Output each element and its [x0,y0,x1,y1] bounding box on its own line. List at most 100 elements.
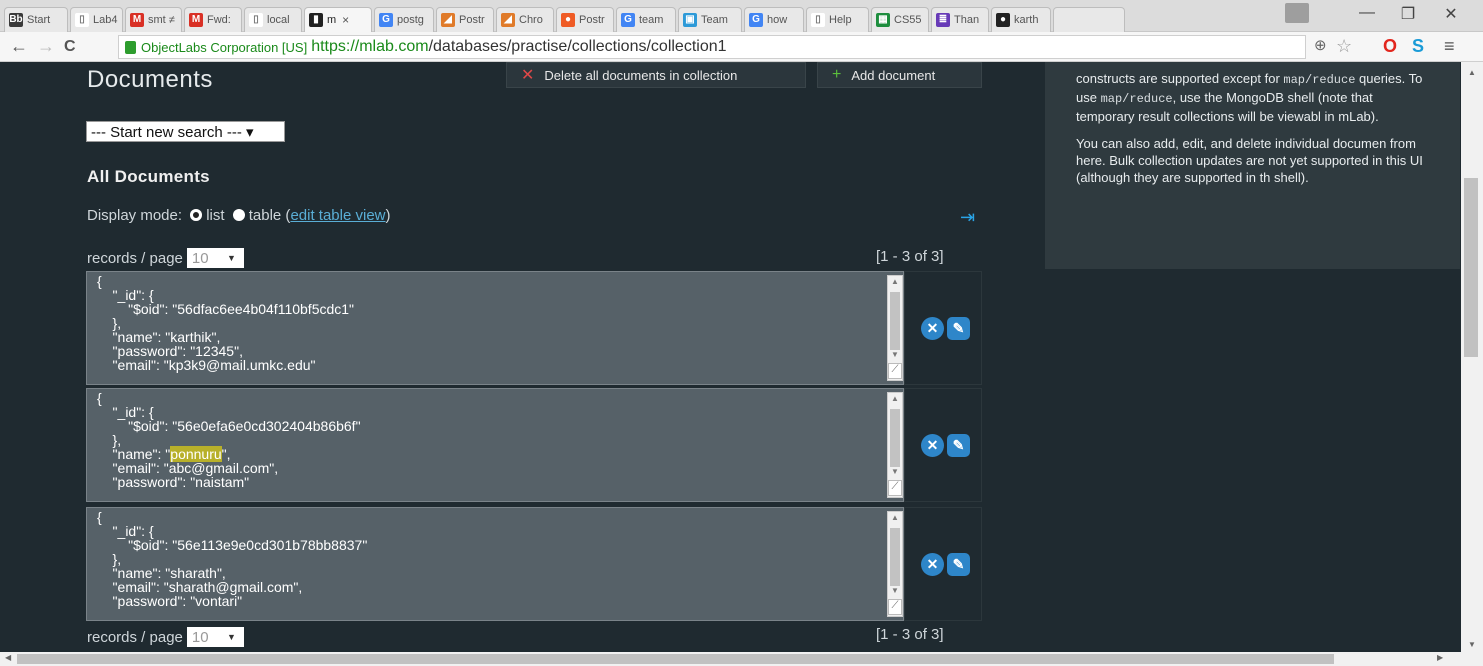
delete-all-documents-button[interactable]: ✕ Delete all documents in collection [506,62,806,88]
back-arrow-icon[interactable]: ← [10,36,28,57]
json-line: "$oid": "56e113e9e0cd301b78bb8837" [97,537,368,553]
search-select[interactable]: --- Start new search --- ▾ [86,121,285,142]
scroll-up-icon[interactable]: ▲ [891,513,899,522]
scroll-down-icon[interactable]: ▼ [891,467,899,476]
browser-tab[interactable]: ▯ Help [806,7,869,32]
scroll-thumb[interactable] [890,528,900,586]
add-document-label: Add document [851,67,936,83]
scroll-thumb[interactable] [890,409,900,467]
horizontal-scrollbar[interactable]: ◀ ▶ [0,652,1483,666]
delete-document-button[interactable]: ✕ [921,553,944,576]
records-per-page-label: records / page [87,628,183,646]
browser-tab[interactable]: M Fwd: [184,7,242,32]
browser-tab-label: how [767,14,788,26]
record-actions: ✕ ✎ [904,388,982,502]
browser-tab-label: Than [954,14,980,26]
sheets-icon: ▦ [876,13,890,27]
document-json-editor[interactable]: { "_id": { "$oid": "56e113e9e0cd301b78bb… [86,507,904,621]
skype-extension-icon[interactable]: S [1412,36,1424,57]
mlab-icon: ▮ [309,13,323,27]
delete-icon: ✕ [521,67,535,84]
browser-tab-label: smt ≠ [148,14,175,26]
edit-document-button[interactable]: ✎ [947,317,970,340]
list-radio[interactable] [190,209,203,221]
help-text: constructs are supported except for [1076,71,1284,86]
help-code: map/reduce [1100,92,1173,106]
close-tab-icon[interactable]: × [342,13,349,27]
browser-tab[interactable]: ● Postr [556,7,614,32]
document-record: { "_id": { "$oid": "56dfac6ee4b04f110bf5… [86,271,982,387]
edit-table-view-link[interactable]: edit table view [290,207,385,224]
reload-icon[interactable]: C [64,38,76,56]
browser-tab[interactable]: ● karth [991,7,1051,32]
profile-icon[interactable] [1285,3,1309,23]
menu-icon[interactable]: ≡ [1444,36,1455,57]
scroll-up-icon[interactable]: ▲ [891,394,899,403]
mlab-page: Documents ✕ Delete all documents in coll… [0,62,1483,652]
browser-tab[interactable]: ≣ Than [931,7,989,32]
browser-tab[interactable]: ◢ Postr [436,7,494,32]
close-window-button[interactable]: ✕ [1441,4,1461,24]
record-actions: ✕ ✎ [904,271,982,385]
restore-button[interactable]: ❐ [1398,4,1418,24]
browser-tab[interactable]: Ghow [744,7,804,32]
resize-grip-icon[interactable]: ⟋ [888,599,902,615]
delete-document-button[interactable]: ✕ [921,434,944,457]
edit-document-button[interactable]: ✎ [947,434,970,457]
scroll-down-icon[interactable]: ▼ [891,350,899,359]
vertical-scrollbar[interactable]: ▲ ▼ [1461,62,1483,652]
resize-grip-icon[interactable]: ⟋ [888,480,902,496]
browser-tab[interactable]: ◢ Chro [496,7,554,32]
bookmark-star-icon[interactable]: ☆ [1336,36,1352,57]
records-per-page-select[interactable]: 10 ▼ [186,248,244,268]
browser-tab[interactable]: ▣ Team [678,7,742,32]
scroll-up-icon[interactable]: ▲ [1468,68,1476,77]
browser-tab-label: Postr [459,14,485,26]
zoom-icon[interactable]: ⊕ [1314,36,1327,54]
blackboard-icon: Bb [9,13,23,27]
add-document-button[interactable]: + Add document [817,62,982,88]
scroll-down-icon[interactable]: ▼ [891,586,899,595]
browser-tab[interactable]: Bb Start [4,7,68,32]
json-line: { [97,390,102,406]
json-line: "password": "12345", [97,343,243,359]
scroll-thumb[interactable] [1464,178,1478,357]
document-json-editor[interactable]: { "_id": { "$oid": "56dfac6ee4b04f110bf5… [86,271,904,385]
browser-tab-label: Start [27,14,51,26]
browser-tab[interactable]: ▯ Lab4 [70,7,123,32]
browser-tab[interactable]: Msmt ≠ [125,7,182,32]
help-paragraph: constructs are supported except for map/… [1076,70,1430,125]
browser-tab-label: team [639,14,664,26]
delete-document-button[interactable]: ✕ [921,317,944,340]
document-json-editor[interactable]: { "_id": { "$oid": "56e0efa6e0cd302404b8… [86,388,904,502]
pager-bottom: [1 - 3 of 3] [876,626,944,643]
browser-tab[interactable]: Gpostg [374,7,434,32]
scroll-left-icon[interactable]: ◀ [5,653,11,662]
browser-tab[interactable]: ▯ local [244,7,302,32]
scroll-thumb[interactable] [17,654,1334,664]
browser-tab[interactable]: ▦ CS55 [871,7,929,32]
browser-tab[interactable] [1053,7,1125,32]
help-code: map/reduce [1283,73,1356,87]
export-icon[interactable]: ⇥ [960,207,982,227]
browser-tab[interactable]: Gteam [616,7,676,32]
help-paragraph: You can also add, edit, and delete indiv… [1076,136,1423,185]
browser-tab[interactable]: ▮ m × [304,7,372,32]
scroll-up-icon[interactable]: ▲ [891,277,899,286]
resize-grip-icon[interactable]: ⟋ [888,363,902,379]
table-radio[interactable] [232,209,245,221]
browser-tab-label: postg [397,14,424,26]
records-per-page-select[interactable]: 10 ▼ [186,627,244,647]
forward-arrow-icon[interactable]: → [37,36,55,57]
records-per-page-bottom: records / page 10 ▼ [87,627,244,647]
browser-tab-label: Team [701,14,728,26]
scroll-thumb[interactable] [890,292,900,350]
scroll-right-icon[interactable]: ▶ [1437,653,1443,662]
edit-document-button[interactable]: ✎ [947,553,970,576]
opera-extension-icon[interactable]: O [1383,36,1397,57]
minimize-button[interactable]: — [1357,4,1377,22]
scroll-down-icon[interactable]: ▼ [1468,640,1476,649]
address-bar[interactable]: ObjectLabs Corporation [US] https://mlab… [118,35,1306,59]
json-line: }, [97,432,122,448]
browser-tab-label: Chro [519,14,543,26]
